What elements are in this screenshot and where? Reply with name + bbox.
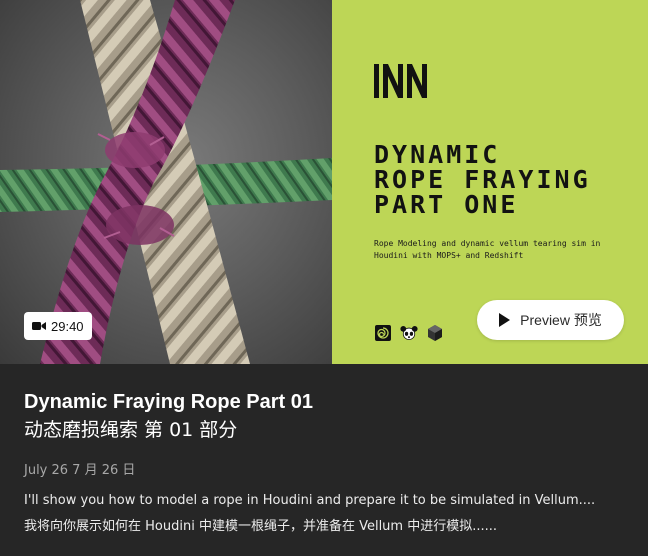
- rope-photo: [0, 0, 332, 364]
- brand-logo-icon: [374, 62, 432, 105]
- video-description-translation: 我将向你展示如何在 Houdini 中建模一根绳子，并准备在 Vellum 中进…: [24, 519, 498, 534]
- preview-label: Preview 预览: [520, 312, 602, 328]
- houdini-icon: [374, 324, 392, 342]
- thumbnail-subtitle: Rope Modeling and dynamic vellum tearing…: [374, 239, 601, 260]
- video-title[interactable]: Dynamic Fraying Rope Part 01: [24, 389, 624, 415]
- duration-text: 29:40: [51, 318, 84, 334]
- video-info: Dynamic Fraying Rope Part 01 动态磨损绳索 第 01…: [24, 364, 624, 536]
- preview-button[interactable]: Preview 预览: [477, 300, 624, 340]
- redshift-icon: [426, 324, 444, 342]
- video-thumbnail[interactable]: DYNAMIC ROPE FRAYING PART ONE Rope Model…: [0, 0, 648, 364]
- publish-date: July 26 7 月 26 日: [24, 463, 136, 478]
- duration-badge: 29:40: [24, 312, 92, 340]
- title-panel: DYNAMIC ROPE FRAYING PART ONE Rope Model…: [332, 0, 648, 364]
- mops-icon: [400, 324, 418, 342]
- video-title-translation[interactable]: 动态磨损绳索 第 01 部分: [24, 417, 624, 443]
- video-description: I'll show you how to model a rope in Hou…: [24, 493, 596, 508]
- software-icons: [374, 324, 444, 342]
- video-card[interactable]: DYNAMIC ROPE FRAYING PART ONE Rope Model…: [0, 0, 648, 556]
- thumbnail-headline: DYNAMIC ROPE FRAYING PART ONE: [374, 140, 591, 219]
- video-camera-icon: [32, 321, 46, 331]
- play-icon: [499, 313, 511, 327]
